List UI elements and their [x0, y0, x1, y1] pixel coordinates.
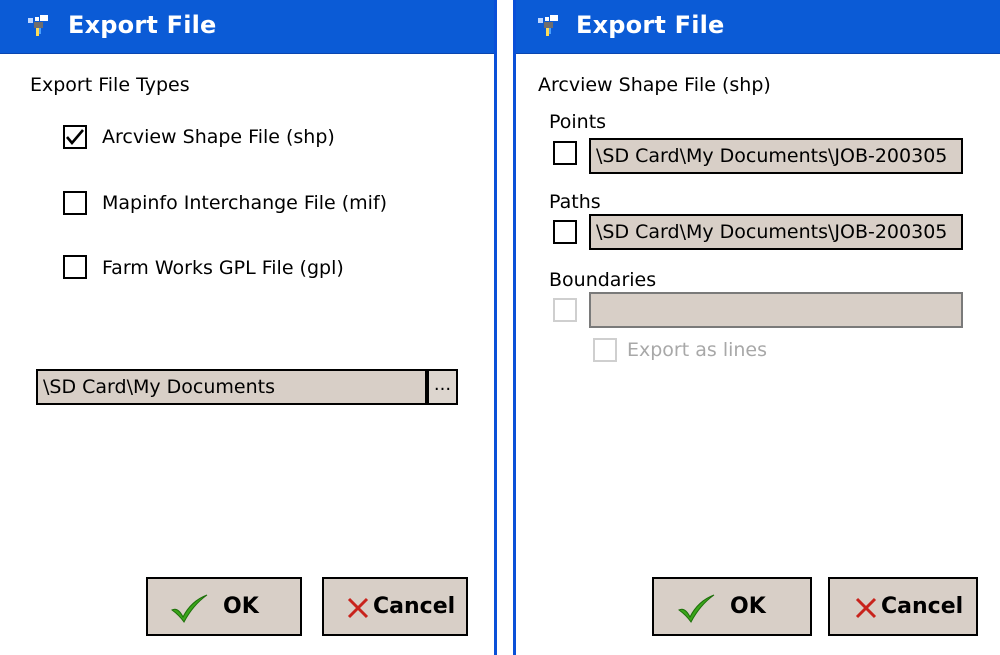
format-caption: Arcview Shape File (shp)	[538, 74, 771, 96]
ok-label: OK	[223, 594, 259, 619]
title-bar: Export File	[516, 0, 1000, 54]
paths-checkbox[interactable]	[553, 220, 577, 244]
ok-button[interactable]: OK	[146, 577, 302, 636]
arcview-settings-dialog: Export File Arcview Shape File (shp) Poi…	[513, 0, 1000, 655]
ok-label: OK	[730, 594, 766, 619]
app-icon	[28, 15, 48, 36]
export-folder-field[interactable]: \SD Card\My Documents	[36, 369, 427, 405]
cancel-label: Cancel	[881, 594, 964, 619]
export-file-types-dialog: Export File Export File Types Arcview Sh…	[0, 0, 497, 655]
boundaries-path-field[interactable]	[589, 292, 963, 328]
arcview-option-label[interactable]: Arcview Shape File (shp)	[102, 126, 335, 148]
ok-check-icon	[171, 594, 208, 623]
ok-check-icon	[678, 594, 715, 623]
paths-path-field[interactable]: \SD Card\My Documents\JOB-200305	[589, 214, 963, 250]
export-lines-checkbox[interactable]	[593, 338, 617, 362]
dialog-title: Export File	[68, 11, 217, 39]
points-label: Points	[549, 111, 607, 133]
browse-button[interactable]: ...	[427, 369, 458, 405]
points-checkbox[interactable]	[553, 141, 577, 165]
boundaries-label: Boundaries	[549, 269, 657, 291]
farmworks-checkbox[interactable]	[63, 255, 87, 279]
app-icon	[538, 15, 558, 36]
points-path-field[interactable]: \SD Card\My Documents\JOB-200305	[589, 138, 963, 174]
export-lines-label[interactable]: Export as lines	[627, 339, 767, 361]
farmworks-option-label[interactable]: Farm Works GPL File (gpl)	[102, 257, 344, 279]
export-file-types-label: Export File Types	[30, 74, 190, 96]
cancel-x-icon	[347, 597, 369, 619]
cancel-button[interactable]: Cancel	[828, 577, 978, 636]
mapinfo-option-label[interactable]: Mapinfo Interchange File (mif)	[102, 192, 387, 214]
title-bar: Export File	[0, 0, 494, 54]
check-icon	[66, 129, 84, 146]
paths-label: Paths	[549, 191, 601, 213]
ok-button[interactable]: OK	[652, 577, 812, 636]
mapinfo-checkbox[interactable]	[63, 191, 87, 215]
dialog-title: Export File	[576, 11, 725, 39]
cancel-button[interactable]: Cancel	[322, 577, 468, 636]
cancel-label: Cancel	[373, 594, 456, 619]
arcview-checkbox[interactable]	[63, 125, 87, 149]
boundaries-checkbox[interactable]	[553, 298, 577, 322]
cancel-x-icon	[855, 597, 877, 619]
